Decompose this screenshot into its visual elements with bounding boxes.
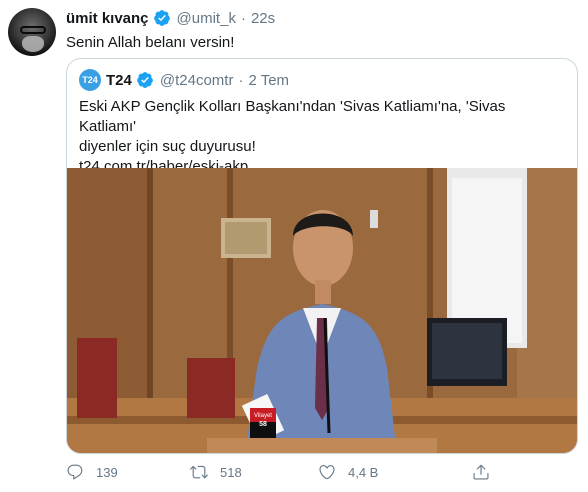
tweet[interactable]: ümit kıvanç @umit_k · 22s Senin Allah be… [0, 0, 588, 492]
author-avatar[interactable] [8, 8, 56, 56]
header-separator: · [240, 9, 246, 27]
tweet-actions: 139 518 4,4 B [66, 460, 506, 484]
tweet-time[interactable]: 22s [251, 10, 275, 27]
mic-flag-label: Vilayet [254, 413, 272, 419]
share-icon [473, 464, 489, 480]
reply-button[interactable]: 139 [66, 460, 118, 484]
author-handle[interactable]: @umit_k [177, 10, 236, 27]
share-button[interactable] [472, 460, 502, 484]
quoted-text-line-1: Eski AKP Gençlik Kolları Başkanı'ndan 'S… [79, 98, 506, 135]
retweet-count: 518 [220, 464, 242, 480]
reply-count: 139 [96, 464, 118, 480]
retweet-icon [190, 465, 208, 479]
quoted-tweet-time: 2 Tem [248, 71, 290, 89]
quoted-author-avatar: T24 [79, 69, 101, 91]
quoted-tweet-header: T24 T24 @t24comtr · 2 Tem [79, 69, 289, 91]
quoted-verified-badge-icon [136, 72, 153, 88]
reply-icon [67, 464, 83, 480]
author-name[interactable]: ümit kıvanç [66, 10, 149, 27]
verified-badge-icon [153, 10, 170, 26]
quoted-text-line-2: diyenler için suç duyurusu! [79, 138, 256, 155]
quoted-tweet-text: Eski AKP Gençlik Kolları Başkanı'ndan 'S… [79, 97, 565, 177]
quoted-author-name: T24 [106, 71, 132, 89]
quoted-tweet-photo[interactable]: Vilayet 58 [67, 168, 577, 453]
retweet-button[interactable]: 518 [190, 460, 242, 484]
photo-speaker-at-podium: Vilayet 58 [67, 168, 577, 453]
quoted-header-separator: · [238, 71, 244, 89]
quoted-tweet-card[interactable]: T24 T24 @t24comtr · 2 Tem Eski AKP Gençl… [66, 58, 578, 454]
avatar-beard-shape [22, 36, 44, 52]
like-button[interactable]: 4,4 B [318, 460, 378, 484]
tweet-header: ümit kıvanç @umit_k · 22s [66, 8, 275, 28]
like-count: 4,4 B [348, 464, 379, 480]
like-icon [319, 465, 335, 480]
quoted-author-handle: @t24comtr [159, 71, 234, 89]
avatar-glasses-shape [20, 26, 46, 34]
tweet-text: Senin Allah belanı versin! [66, 34, 235, 51]
mic-flag-number: 58 [259, 421, 267, 428]
